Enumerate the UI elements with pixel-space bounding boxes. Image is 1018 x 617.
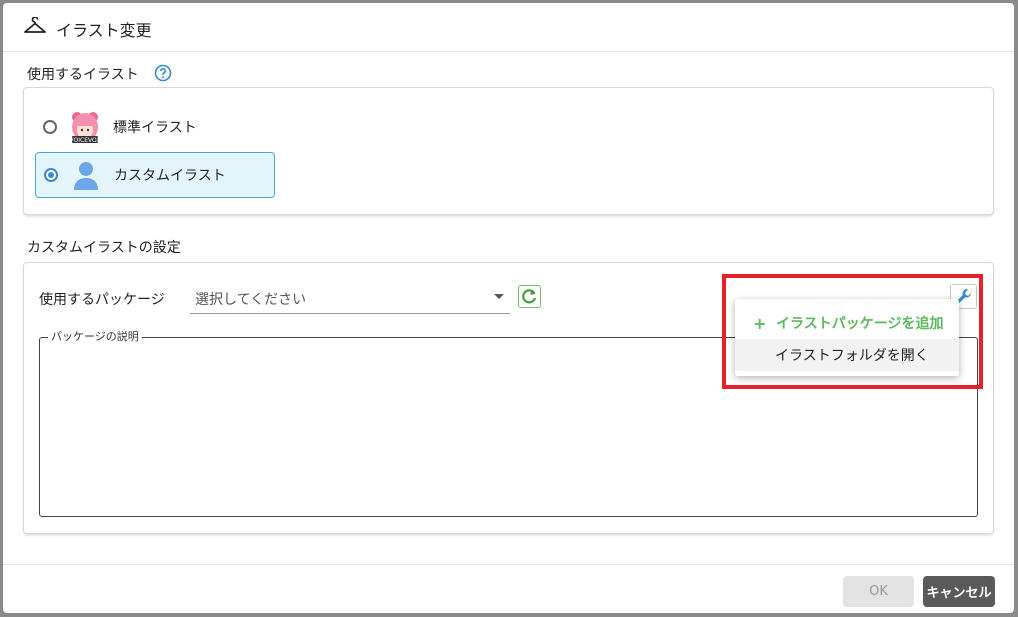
dialog-title: イラスト変更 <box>56 21 152 40</box>
package-select-placeholder: 選択してください <box>195 292 307 308</box>
person-icon <box>69 158 103 192</box>
radio-label-custom: カスタムイラスト <box>114 168 226 184</box>
hanger-icon <box>24 17 46 33</box>
dialog-header: イラスト変更 <box>3 3 1014 52</box>
radio-option-custom[interactable]: カスタムイラスト <box>35 152 275 198</box>
ok-button[interactable]: OK <box>843 576 914 607</box>
package-label: 使用するパッケージ <box>39 292 165 308</box>
radio-button-custom[interactable] <box>44 168 58 182</box>
illust-change-dialog: イラスト変更 使用するイラスト VOICEVOX 標準イラスト カスタムイラスト… <box>3 3 1014 613</box>
custom-section-label: カスタムイラストの設定 <box>27 240 181 256</box>
chevron-down-icon <box>494 294 504 299</box>
annotation-highlight-box <box>722 274 983 389</box>
radio-option-standard[interactable]: VOICEVOX 標準イラスト <box>35 104 275 150</box>
illust-section-label: 使用するイラスト <box>27 67 139 83</box>
thumb-caption: VOICEVOX <box>70 137 101 144</box>
refresh-icon <box>522 289 537 304</box>
dialog-footer: OK キャンセル <box>3 564 1014 613</box>
package-select[interactable]: 選択してください <box>190 285 510 314</box>
radio-button-standard[interactable] <box>43 120 57 134</box>
radio-label-standard: 標準イラスト <box>113 120 197 136</box>
illust-options-card: VOICEVOX 標準イラスト カスタムイラスト <box>24 88 993 214</box>
cancel-button[interactable]: キャンセル <box>923 576 995 607</box>
help-circle-icon[interactable] <box>154 64 172 82</box>
refresh-button[interactable] <box>518 285 541 308</box>
standard-illust-thumbnail: VOICEVOX <box>68 110 102 144</box>
package-description-legend: パッケージの説明 <box>48 329 142 345</box>
